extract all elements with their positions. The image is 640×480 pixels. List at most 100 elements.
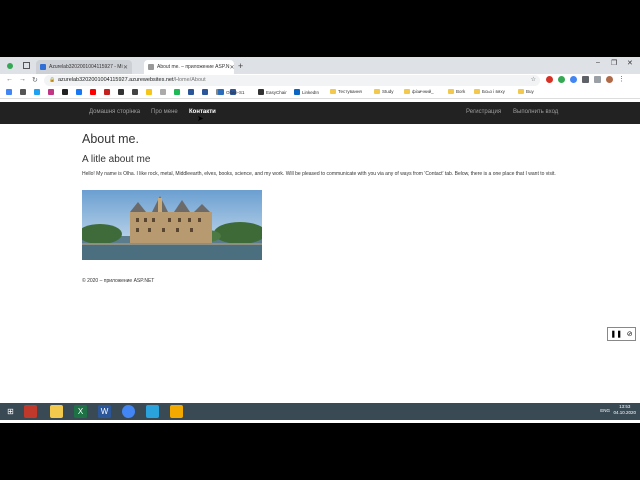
language-indicator[interactable]: ENG <box>600 408 610 414</box>
castle-photo <box>82 190 262 260</box>
star-icon[interactable]: ☆ <box>531 75 536 86</box>
bookmark-icon[interactable] <box>62 89 68 95</box>
back-icon[interactable]: ← <box>6 76 13 83</box>
spotify-icon[interactable] <box>174 89 180 95</box>
telegram-icon[interactable] <box>146 405 159 418</box>
file-explorer-icon[interactable] <box>50 405 63 418</box>
bookmark-icon <box>218 89 224 95</box>
about-paragraph: Hello! My name is Olha. I like rock, met… <box>82 171 556 177</box>
system-tray: ENG 13:53 04.10.2020 <box>600 404 636 416</box>
site-navbar: Домашня сторінка Про мене Контакти Регис… <box>0 102 640 124</box>
youtube-icon[interactable] <box>90 89 96 95</box>
bookmark-icon[interactable] <box>202 89 208 95</box>
bookmark-folder[interactable]: Вork <box>448 89 465 94</box>
tab-search-icon[interactable] <box>23 62 30 69</box>
recording-controls[interactable]: ❚❚ ⊘ <box>607 327 636 341</box>
nav-login[interactable]: Выполнить вход <box>513 109 558 115</box>
bookmarks-bar: Oltwe-S1 EasyChair LinkedIn Тестування S… <box>0 87 640 99</box>
tab-title: Azurelab3202001004115927 - Mi <box>49 64 123 70</box>
opera-icon[interactable] <box>546 76 553 83</box>
instagram-icon[interactable] <box>48 89 54 95</box>
folder-icon <box>330 89 336 94</box>
bookmark-icon[interactable] <box>6 89 12 95</box>
tab-title: About me. – приложение ASP.N <box>157 64 230 70</box>
puzzle-icon[interactable] <box>582 76 589 83</box>
bookmark-folder[interactable]: Buy <box>518 89 534 94</box>
start-icon[interactable]: ⊞ <box>4 405 17 418</box>
new-tab-icon[interactable]: + <box>238 61 243 71</box>
bookmark-easychair[interactable]: EasyChair <box>258 89 287 95</box>
bookmark-icon[interactable] <box>146 89 152 95</box>
chrome-icon[interactable] <box>122 405 135 418</box>
bookmark-icon <box>258 89 264 95</box>
lock-icon: 🔒 <box>49 77 56 83</box>
url-host: azurelab3202001004115927.azurewebsites.n… <box>58 77 174 83</box>
bookmark-icon[interactable] <box>20 89 26 95</box>
windows-taskbar: ⊞ X W ENG 13:53 04.10.2020 <box>0 403 640 420</box>
bookmark-icon[interactable] <box>160 89 166 95</box>
stop-icon[interactable]: ⊘ <box>627 330 633 338</box>
tab-about[interactable]: About me. – приложение ASP.N ✕ <box>144 60 234 74</box>
main-content: About me. A litle about me Hello! My nam… <box>82 132 562 260</box>
bookmark-linkedin[interactable]: LinkedIn <box>294 89 319 95</box>
bookmark-label: Buy <box>526 89 534 94</box>
linkedin-icon <box>294 89 300 95</box>
folder-icon <box>374 89 380 94</box>
app-icon[interactable] <box>170 405 183 418</box>
clock-date[interactable]: 04.10.2020 <box>613 410 636 416</box>
bookmark-icon[interactable] <box>188 89 194 95</box>
mouse-cursor-icon: ➤ <box>197 114 204 123</box>
tab-azure-portal[interactable]: Azurelab3202001004115927 - Mi ✕ <box>36 60 132 74</box>
url-path: /Home/About <box>173 77 206 83</box>
bookmark-folder[interactable]: Бсьо і вяху <box>474 89 505 94</box>
bookmark-icons <box>6 89 238 95</box>
bookmark-icon[interactable] <box>118 89 124 95</box>
extension-icon[interactable] <box>558 76 565 83</box>
bookmark-label: Вork <box>456 89 466 94</box>
app-icon[interactable] <box>24 405 37 418</box>
bookmark-icon[interactable] <box>132 89 138 95</box>
address-row: ← → ↻ 🔒 azurelab3202001004115927.azurewe… <box>0 74 640 87</box>
folder-icon <box>518 89 524 94</box>
avatar[interactable] <box>606 76 613 83</box>
bookmark-label: Study <box>382 89 394 94</box>
gmail-icon[interactable] <box>104 89 110 95</box>
profile-icon[interactable] <box>7 63 13 69</box>
extension-area: ⋮ <box>546 76 625 85</box>
extension-icon[interactable] <box>570 76 577 83</box>
close-icon[interactable]: ✕ <box>230 64 234 71</box>
bookmark-label: LinkedIn <box>302 89 320 95</box>
bookmark-folder[interactable]: Тестування <box>330 89 362 94</box>
bookmark-label: EasyChair <box>266 89 287 95</box>
nav-about[interactable]: Про мене <box>151 109 178 115</box>
page-title: About me. <box>82 132 139 146</box>
nav-home[interactable]: Домашня сторінка <box>89 109 140 115</box>
bookmark-folder[interactable]: Study <box>374 89 394 94</box>
bookmark-label: Бсьо і вяху <box>482 89 505 94</box>
extension-icon[interactable] <box>594 76 601 83</box>
azure-icon <box>40 64 46 70</box>
close-window-icon[interactable]: ✕ <box>627 59 633 67</box>
bookmark-oltwe[interactable]: Oltwe-S1 <box>218 89 245 95</box>
close-icon[interactable]: ✕ <box>123 64 128 71</box>
excel-icon[interactable]: X <box>74 405 87 418</box>
reload-icon[interactable]: ↻ <box>32 76 38 84</box>
maximize-icon[interactable]: ❐ <box>611 59 617 67</box>
tab-strip: Azurelab3202001004115927 - Mi ✕ About me… <box>0 57 640 74</box>
pause-icon[interactable]: ❚❚ <box>610 330 622 338</box>
page-icon <box>148 64 154 70</box>
minimize-icon[interactable]: – <box>596 59 600 66</box>
menu-icon[interactable]: ⋮ <box>618 76 625 85</box>
bookmark-folder[interactable]: фізичний_ <box>404 89 434 94</box>
folder-icon <box>404 89 410 94</box>
address-bar[interactable]: 🔒 azurelab3202001004115927.azurewebsites… <box>44 75 540 86</box>
bookmark-label: Oltwe-S1 <box>226 89 245 95</box>
page-subtitle: A litle about me <box>82 154 151 165</box>
footer: © 2020 – приложение ASP.NET <box>82 278 155 284</box>
facebook-icon[interactable] <box>76 89 82 95</box>
nav-register[interactable]: Регистрация <box>466 109 501 115</box>
word-icon[interactable]: W <box>98 405 111 418</box>
bookmark-label: фізичний_ <box>412 89 434 94</box>
forward-icon[interactable]: → <box>19 76 26 83</box>
twitter-icon[interactable] <box>34 89 40 95</box>
